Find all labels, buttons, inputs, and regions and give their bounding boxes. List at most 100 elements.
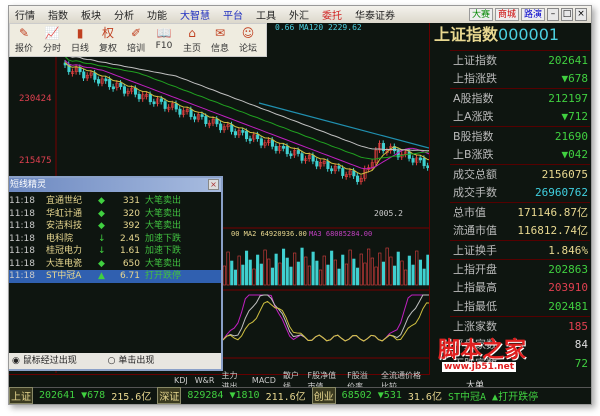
alert-row[interactable]: 11:18 大连电瓷 ◆ 650 大笔卖出 (9, 258, 221, 271)
row-value: ▼712 (561, 110, 589, 123)
cy-label[interactable]: 创业 (311, 386, 336, 404)
menu-item-5[interactable]: 大智慧 (180, 7, 210, 22)
candle (204, 116, 208, 124)
candle (193, 116, 197, 120)
roadshow-button[interactable]: 路演 (520, 8, 545, 21)
toolbar-button-3[interactable]: 权复权 (94, 24, 122, 56)
contest-button[interactable]: 大赛 (468, 8, 493, 21)
close-button[interactable]: × (575, 8, 587, 21)
volume-bar (367, 248, 371, 286)
volume-bar (248, 259, 252, 286)
option-click[interactable]: 单击出现 (118, 356, 154, 366)
volume-bar (289, 266, 293, 286)
alert-action: 大笔卖出 (145, 258, 182, 269)
bars-icon: ▮ (76, 26, 84, 40)
minimize-button[interactable]: – (547, 8, 559, 21)
volume-bar (307, 265, 312, 286)
menu-item-6[interactable]: 平台 (223, 7, 243, 22)
menu-item-3[interactable]: 分析 (114, 7, 134, 22)
candle (97, 79, 101, 84)
menu-item-4[interactable]: 功能 (147, 7, 167, 22)
sz-label[interactable]: 深证 (157, 386, 182, 404)
maximize-button[interactable]: □ (561, 8, 573, 21)
alert-name: 宜通世纪 (46, 196, 83, 206)
indicator-tab-3[interactable]: MACD (252, 376, 276, 385)
alert-row[interactable]: 11:18 华虹计通 ◆ 320 大笔卖出 (9, 208, 221, 221)
toolbar-button-7[interactable]: ✉ 信息 (206, 24, 234, 56)
alert-time: 11:18 (9, 246, 35, 256)
alert-row[interactable]: 11:18 安洁科技 ◆ 392 大笔卖出 (9, 220, 221, 233)
alert-row[interactable]: 11:18 桂冠电力 ↓ 1.61 加速下跌 (9, 245, 221, 258)
volume-bar (392, 265, 397, 286)
toolbar-button-0[interactable]: ✎ 报价 (10, 24, 38, 56)
row-value: 202641 (548, 54, 588, 67)
volume-bar (326, 264, 330, 286)
candle (148, 94, 152, 103)
sz-amount: 211.6亿 (265, 391, 306, 403)
panel-row: 上指最高 203910 (450, 278, 590, 297)
ma-header: 0.66 MA120 2229.62 (275, 23, 362, 32)
candle (189, 109, 193, 117)
radio-click-icon[interactable]: ○ (108, 356, 119, 366)
sh-label[interactable]: 上证 (9, 386, 33, 404)
alert-name: 大连电瓷 (46, 258, 83, 269)
status-bar: 上证 202641 ▼678 215.6亿 深证 829284 ▼1810 21… (9, 386, 591, 404)
volume-bar (359, 253, 363, 286)
row-label: A股指数 (453, 92, 494, 105)
row-value: 2156075 (541, 168, 588, 181)
alert-row[interactable]: 11:18 电科院 ↓ 2.45 加速下跌 (9, 233, 221, 246)
candle (137, 93, 141, 100)
menu-item-7[interactable]: 工具 (256, 7, 276, 22)
y-label: 215475 (19, 156, 52, 166)
alert-price: 650 (122, 258, 140, 269)
menu-item-2[interactable]: 板块 (81, 7, 101, 22)
toolbar-button-8[interactable]: ☺ 论坛 (234, 24, 262, 56)
alert-price: 1.61 (119, 246, 140, 256)
menu-item-9[interactable]: 委托 (322, 7, 342, 22)
menu-item-1[interactable]: 指数 (48, 7, 68, 22)
vol-header: 00 MA2 64920936.00 (231, 230, 307, 238)
row-value: 1.846% (548, 244, 588, 257)
toolbar-button-6[interactable]: ⌂ 主页 (178, 24, 206, 56)
volume-bar (267, 258, 271, 286)
volume-bar (407, 255, 411, 286)
candle (152, 101, 156, 105)
toolbar-button-5[interactable]: 📖 F10 (150, 24, 178, 56)
toolbar-button-4[interactable]: ✐ 培训 (122, 24, 150, 56)
volume-bar (385, 247, 389, 286)
toolbar-button-2[interactable]: ▮ 日线 (66, 24, 94, 56)
menu-item-10[interactable]: 华泰证券 (355, 7, 395, 22)
candle (134, 87, 138, 95)
menu-item-0[interactable]: 行情 (15, 7, 35, 22)
alert-time: 11:18 (9, 196, 35, 206)
alert-row[interactable]: 11:18 ST中冠A ▲ 6.71 打开跌停 (9, 270, 221, 283)
toolbar-button-1[interactable]: 📈 分时 (38, 24, 66, 56)
popup-close-button[interactable]: × (208, 179, 219, 190)
candle (281, 146, 286, 149)
alert-price: 6.71 (119, 271, 140, 281)
candle (296, 150, 300, 154)
menu-item-8[interactable]: 外汇 (289, 7, 309, 22)
indicator-tab-1[interactable]: W&R (195, 376, 215, 385)
candle (341, 168, 345, 176)
diamond-icon: ◆ (98, 221, 105, 231)
candle (230, 124, 234, 132)
mall-button[interactable]: 商城 (494, 8, 519, 21)
row-label: 上指涨跌 (453, 72, 497, 85)
panel-row: 上B涨跌 ▼042 (450, 145, 590, 164)
indicator-tab-0[interactable]: KDJ (174, 376, 188, 385)
alert-row[interactable]: 11:18 宜通世纪 ◆ 331 大笔卖出 (9, 195, 221, 208)
row-label: B股指数 (453, 130, 494, 143)
option-hover[interactable]: 鼠标经过出现 (23, 356, 77, 366)
row-value: 202481 (548, 300, 588, 313)
candle (241, 130, 245, 133)
candle (256, 134, 260, 140)
stamp-icon: 权 (101, 26, 114, 40)
candle (355, 175, 360, 182)
candle (411, 158, 415, 163)
candle (289, 153, 293, 157)
panel-row: 上A涨跌 ▼712 (450, 107, 590, 126)
alert-ticker[interactable]: ST中冠A ▲打开跌停 (448, 388, 538, 403)
radio-hover-icon[interactable]: ◉ (12, 356, 23, 366)
y-label: 230424 (19, 94, 52, 104)
